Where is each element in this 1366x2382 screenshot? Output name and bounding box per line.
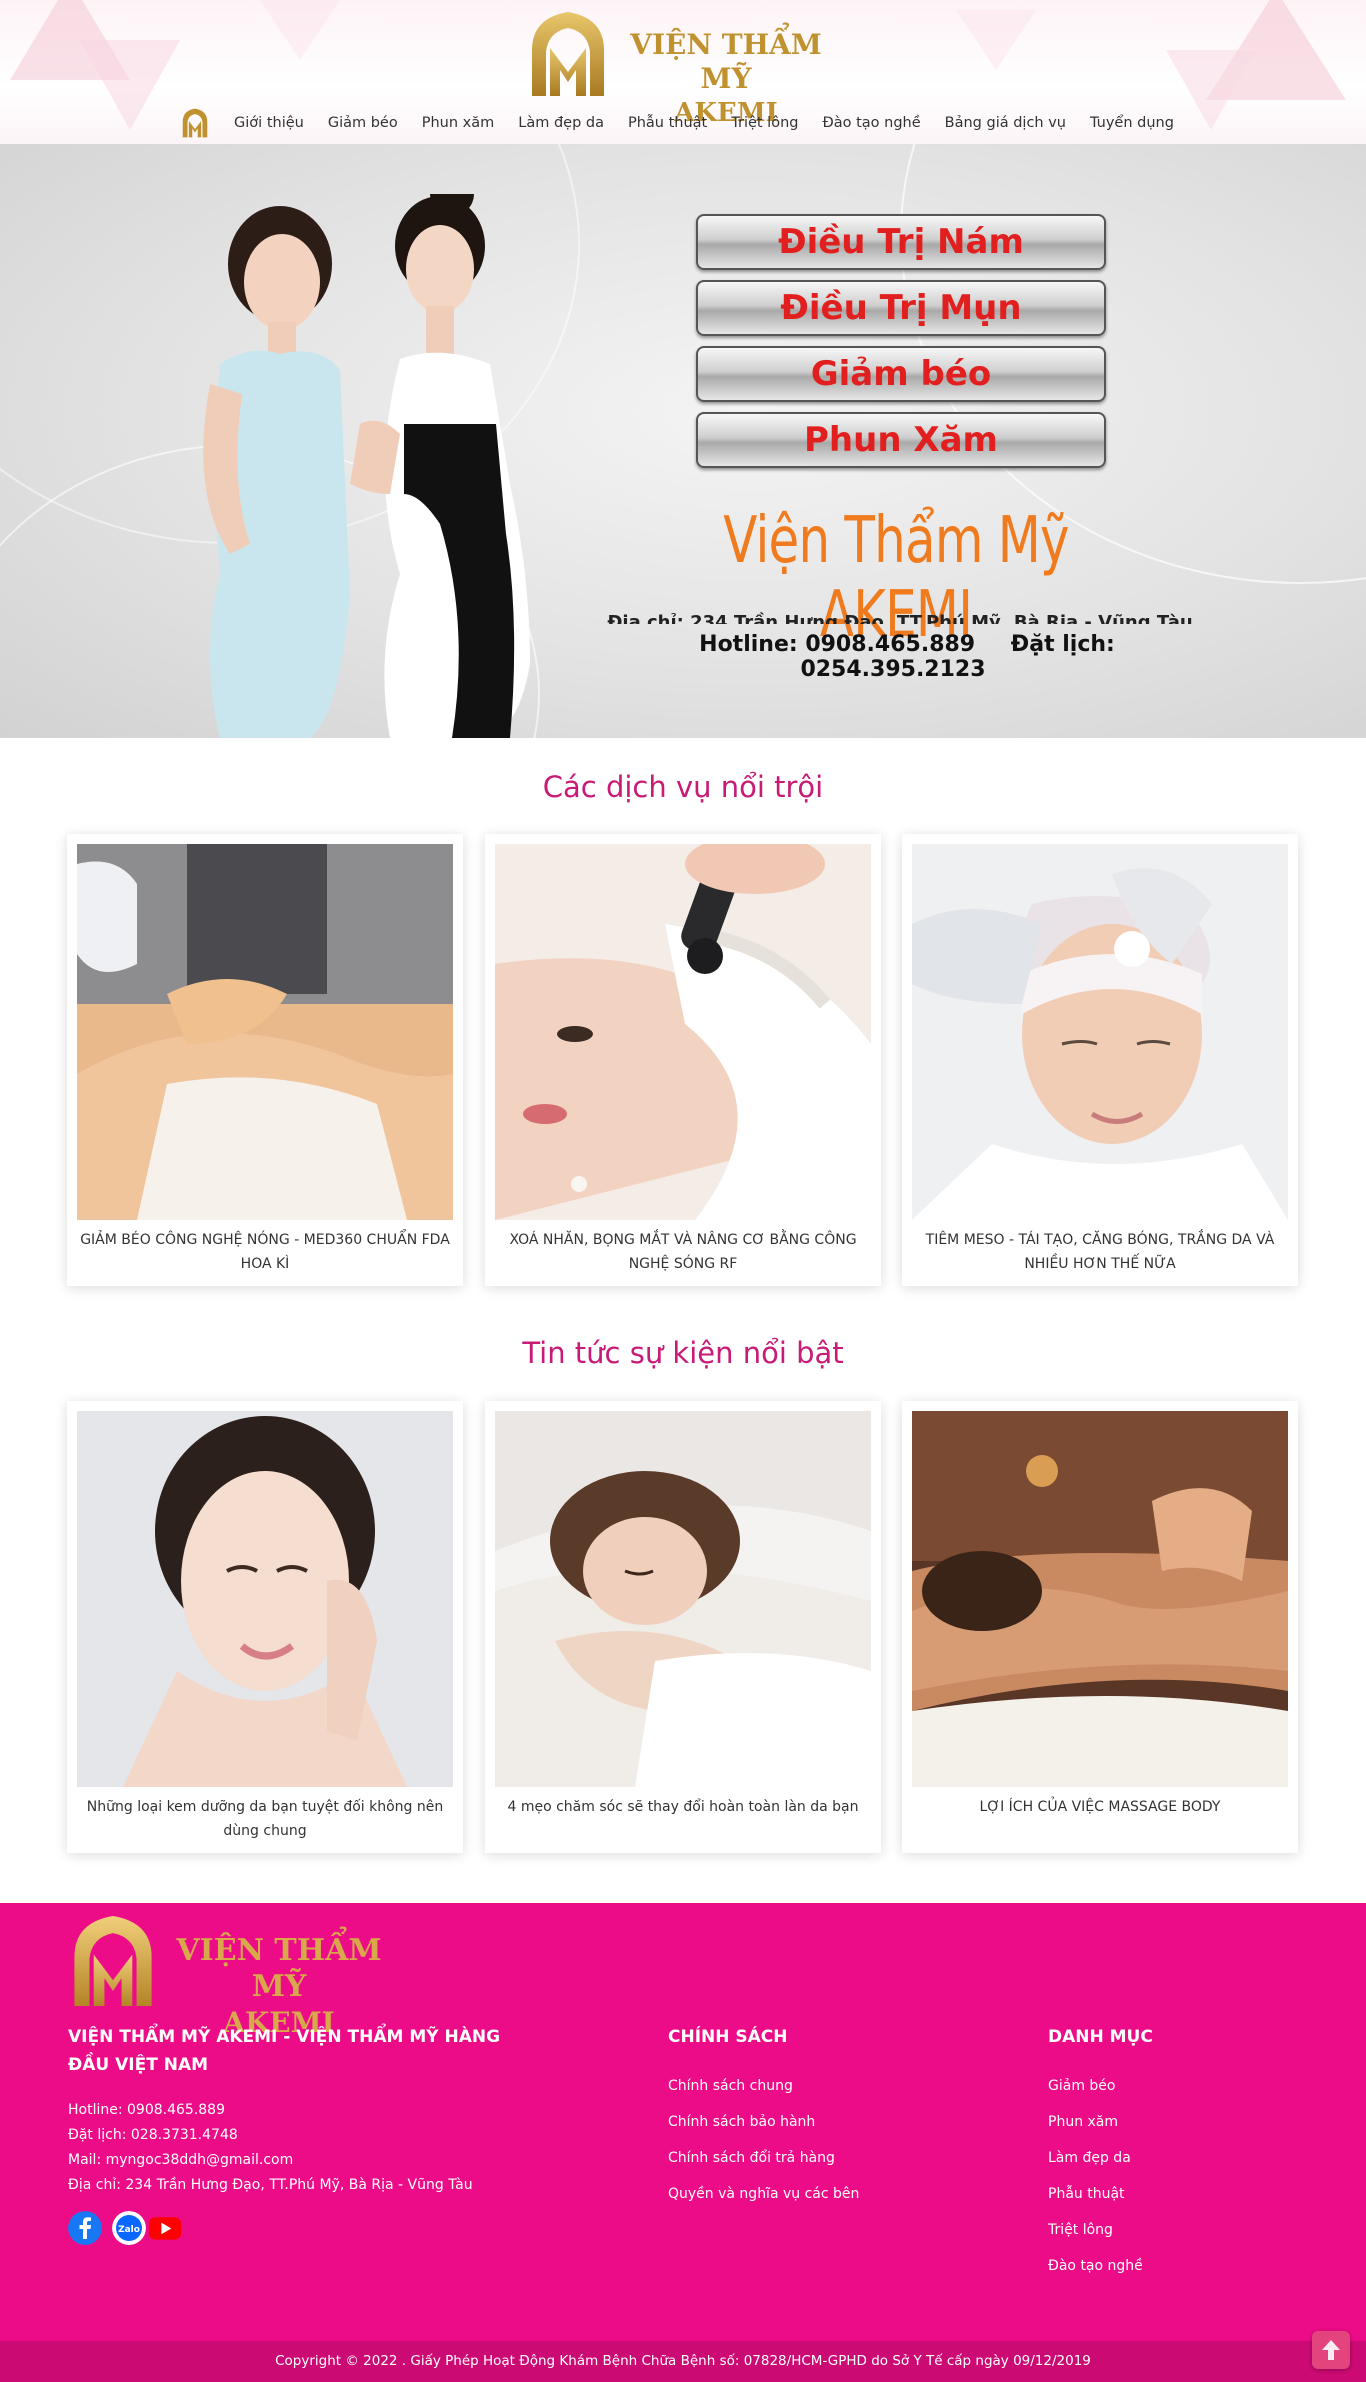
service-link-dieu-tri-mun[interactable]: Điều Trị Mụn	[696, 280, 1106, 336]
service-caption[interactable]: TIÊM MESO - TÁI TẠO, CĂNG BÓNG, TRẮNG DA…	[912, 1228, 1288, 1276]
main-nav: Giới thiệu Giảm béo Phun xăm Làm đẹp da …	[0, 108, 1366, 138]
policy-link-doi-tra[interactable]: Chính sách đổi trả hàng	[668, 2150, 835, 2166]
hero-title: Viện Thẩm Mỹ AKEMI	[723, 504, 1069, 652]
service-card[interactable]: XOÁ NHĂN, BỌNG MẮT VÀ NÂNG CƠ BẰNG CÔNG …	[485, 834, 881, 1286]
news-title: Tin tức sự kiện nổi bật	[522, 1336, 844, 1370]
arrow-up-icon	[1322, 2340, 1340, 2360]
footer-logo[interactable]: VIỆN THẨM MỸ AKEMI	[68, 1913, 408, 2039]
nav-item-bang-gia[interactable]: Bảng giá dịch vụ	[933, 115, 1078, 131]
footer-logo-mark-icon	[74, 1916, 152, 2006]
footer-logo-line1: VIỆN THẨM MỸ	[176, 1933, 382, 2004]
nav-item-gioi-thieu[interactable]: Giới thiệu	[222, 115, 316, 131]
news-card[interactable]: 4 mẹo chăm sóc sẽ thay đổi hoàn toàn làn…	[485, 1401, 881, 1853]
nav-item-dao-tao-nghe[interactable]: Đào tạo nghề	[810, 115, 932, 131]
nav-item-lam-dep-da[interactable]: Làm đẹp da	[506, 115, 616, 131]
category-link-lam-dep-da[interactable]: Làm đẹp da	[1048, 2150, 1131, 2166]
youtube-icon[interactable]	[148, 2211, 182, 2245]
zalo-icon[interactable]: Zalo	[112, 2211, 146, 2245]
footer-about-heading: VIỆN THẨM MỸ AKEMI - VIỆN THẨM MỸ HÀNG Đ…	[68, 2027, 501, 2075]
footer-address: Địa chỉ: 234 Trần Hưng Đạo, TT.Phú Mỹ, B…	[68, 2177, 473, 2193]
nav-item-tuyen-dung[interactable]: Tuyển dụng	[1078, 115, 1186, 131]
header-decoration	[956, 10, 1036, 70]
facebook-icon[interactable]	[68, 2211, 102, 2245]
hero-hotline: Hotline: 0908.465.889	[699, 632, 976, 657]
nav-item-phau-thuat[interactable]: Phẫu thuật	[616, 115, 719, 131]
footer-booking[interactable]: Đặt lịch: 028.3731.4748	[68, 2123, 238, 2148]
nav-item-phun-xam[interactable]: Phun xăm	[410, 115, 507, 131]
news-caption[interactable]: Những loại kem dưỡng da bạn tuyệt đối kh…	[77, 1795, 453, 1843]
policy-link-quyen-nghia-vu[interactable]: Quyền và nghĩa vụ các bên	[668, 2186, 859, 2202]
footer-policy-heading: CHÍNH SÁCH	[668, 2027, 788, 2047]
service-image-tiem-meso[interactable]	[912, 844, 1288, 1220]
news-caption[interactable]: 4 mẹo chăm sóc sẽ thay đổi hoàn toàn làn…	[495, 1795, 871, 1819]
hero-contact: Hotline: 0908.465.889 Đặt lịch: 0254.395…	[600, 632, 1200, 682]
hero-banner[interactable]: Điều Trị Nám Điều Trị Mụn Giảm béo Phun …	[0, 144, 1366, 738]
news-image-massage[interactable]	[912, 1411, 1288, 1787]
news-image-kem-duong[interactable]	[77, 1411, 453, 1787]
news-card[interactable]: LỢI ÍCH CỦA VIỆC MASSAGE BODY	[902, 1401, 1298, 1853]
footer-hotline[interactable]: Hotline: 0908.465.889	[68, 2098, 225, 2123]
logo-mark-icon	[532, 12, 604, 96]
service-image-xoa-nhan[interactable]	[495, 844, 871, 1220]
logo-line1: VIỆN THẨM MỸ	[630, 28, 822, 95]
news-image-meo-cham-soc[interactable]	[495, 1411, 871, 1787]
service-link-phun-xam[interactable]: Phun Xăm	[696, 412, 1106, 468]
back-to-top-button[interactable]	[1312, 2331, 1350, 2369]
services-title: Các dịch vụ nổi trội	[542, 770, 824, 804]
category-link-dao-tao-nghe[interactable]: Đào tạo nghề	[1048, 2258, 1143, 2274]
service-caption[interactable]: XOÁ NHĂN, BỌNG MẮT VÀ NÂNG CƠ BẰNG CÔNG …	[495, 1228, 871, 1276]
home-logo-icon[interactable]	[180, 108, 210, 138]
footer-category-heading: DANH MỤC	[1048, 2027, 1153, 2047]
service-card[interactable]: GIẢM BÉO CÔNG NGHỆ NÓNG - MED360 CHUẨN F…	[67, 834, 463, 1286]
hero-models-image	[203, 194, 530, 738]
hero-address: Địa chỉ: 234 Trần Hưng Đạo, TT.Phú Mỹ, B…	[607, 612, 1193, 624]
category-link-giam-beo[interactable]: Giảm béo	[1048, 2078, 1115, 2094]
nav-item-giam-beo[interactable]: Giảm béo	[316, 115, 410, 131]
site-header: VIỆN THẨM MỸ AKEMI Giới thiệu Giảm béo P…	[0, 0, 1366, 144]
news-card[interactable]: Những loại kem dưỡng da bạn tuyệt đối kh…	[67, 1401, 463, 1853]
nav-item-triet-long[interactable]: Triệt lông	[719, 115, 810, 131]
service-caption[interactable]: GIẢM BÉO CÔNG NGHỆ NÓNG - MED360 CHUẨN F…	[77, 1228, 453, 1276]
category-link-phau-thuat[interactable]: Phẫu thuật	[1048, 2186, 1125, 2202]
category-link-phun-xam[interactable]: Phun xăm	[1048, 2114, 1118, 2130]
zalo-label: Zalo	[118, 2225, 140, 2235]
service-card[interactable]: TIÊM MESO - TÁI TẠO, CĂNG BÓNG, TRẮNG DA…	[902, 834, 1298, 1286]
footer-mail[interactable]: Mail: myngoc38ddh@gmail.com	[68, 2148, 293, 2173]
news-caption[interactable]: LỢI ÍCH CỦA VIỆC MASSAGE BODY	[912, 1795, 1288, 1819]
service-link-dieu-tri-nam[interactable]: Điều Trị Nám	[696, 214, 1106, 270]
policy-link-bao-hanh[interactable]: Chính sách bảo hành	[668, 2114, 815, 2130]
copyright-bar: Copyright © 2022 . Giấy Phép Hoạt Động K…	[0, 2341, 1366, 2382]
header-decoration	[260, 0, 340, 60]
site-logo[interactable]: VIỆN THẨM MỸ AKEMI	[526, 10, 846, 128]
category-link-triet-long[interactable]: Triệt lông	[1048, 2222, 1113, 2238]
service-image-giam-beo[interactable]	[77, 844, 453, 1220]
service-link-giam-beo[interactable]: Giảm béo	[696, 346, 1106, 402]
policy-link-chung[interactable]: Chính sách chung	[668, 2078, 793, 2094]
